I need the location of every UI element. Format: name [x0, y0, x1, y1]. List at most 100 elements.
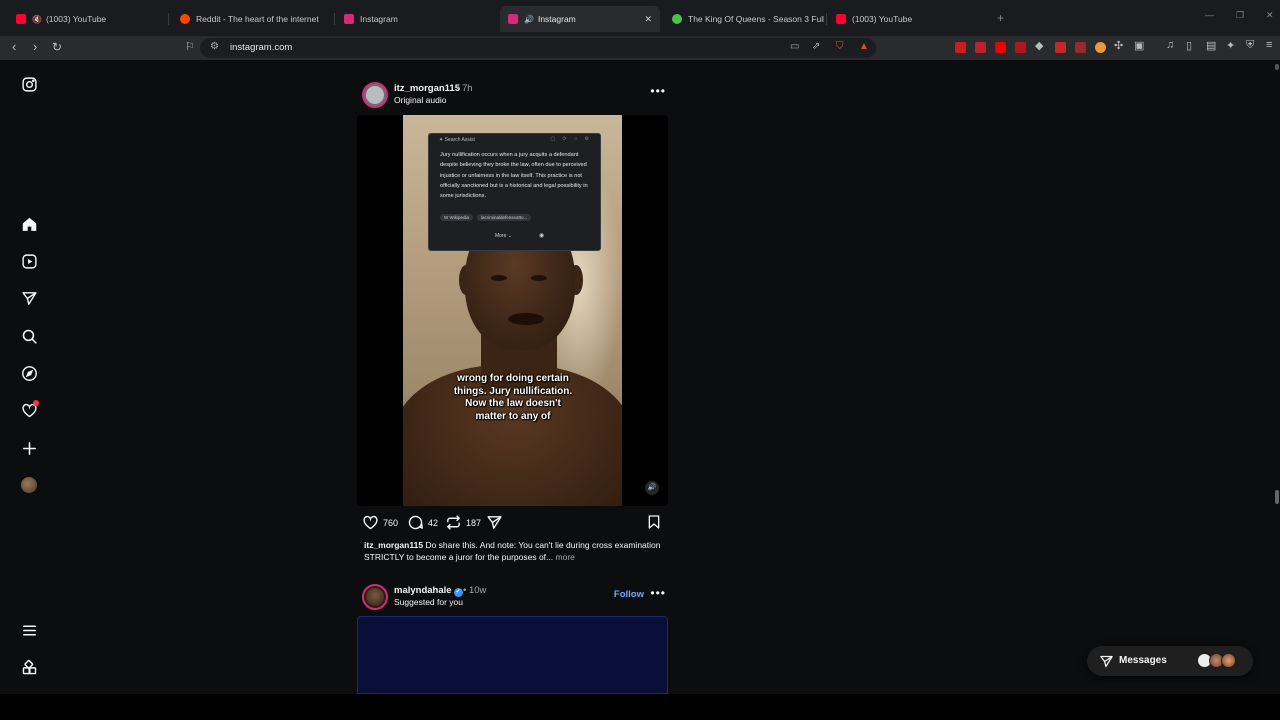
subtitle-line: wrong for doing certain [457, 373, 569, 384]
youtube-extension-icon[interactable] [995, 42, 1006, 53]
more-options-icon[interactable]: ••• [650, 84, 666, 98]
source-chip: W Wikipedia [440, 214, 474, 221]
more-menu-icon[interactable] [19, 620, 39, 640]
follow-button[interactable]: Follow [614, 589, 644, 600]
close-tab-icon[interactable]: ✕ [644, 14, 652, 25]
heart-icon [363, 515, 378, 530]
post-time-value: 7h [461, 83, 473, 94]
forward-icon[interactable]: › [33, 39, 37, 54]
address-bar[interactable]: ⚙ instagram.com ▭ ⇗ ⛉ ▲ [200, 38, 876, 58]
explore-compass-icon[interactable] [19, 363, 39, 383]
reload-icon[interactable]: ↻ [52, 40, 62, 54]
restore-window-icon[interactable]: ❐ [1236, 10, 1244, 21]
tab-reddit[interactable]: Reddit - The heart of the internet [172, 6, 332, 32]
close-window-icon[interactable]: ✕ [1266, 10, 1274, 21]
extension-icon[interactable] [975, 42, 986, 53]
menu-icon[interactable]: ≡ [1266, 39, 1272, 51]
bookmark-icon [648, 515, 660, 529]
tab-label: (1003) YouTube [852, 14, 913, 24]
audio-label[interactable]: Original audio [394, 95, 446, 105]
share-send-icon [487, 516, 502, 529]
speaker-icon[interactable]: 🔊 [524, 15, 534, 24]
site-settings-icon[interactable]: ⚙ [210, 41, 219, 52]
reel-video[interactable] [357, 616, 668, 694]
reels-icon[interactable] [19, 251, 39, 271]
extension-icon[interactable] [1055, 42, 1066, 53]
save-button[interactable] [646, 514, 662, 535]
leo-ai-icon[interactable]: ✦ [1226, 39, 1235, 52]
comment-button[interactable]: 42 [407, 514, 438, 531]
author-username[interactable]: itz_morgan115 [394, 83, 460, 94]
instagram-favicon-icon [344, 14, 354, 24]
author-username[interactable]: malyndahale [394, 585, 452, 596]
reddit-favicon-icon [180, 14, 190, 24]
also-from-meta-icon[interactable] [19, 657, 39, 677]
brave-shield-icon[interactable]: ⛉ [836, 41, 844, 52]
extension-icon[interactable] [1075, 42, 1086, 53]
post-time: • 7h [456, 83, 473, 94]
repost-icon [447, 515, 460, 530]
caption-more-link[interactable]: more [556, 552, 575, 562]
search-assist-sources: W Wikipedia lacriminaldefenseatto... [440, 214, 532, 221]
bookmark-page-icon[interactable]: ⚐ [185, 40, 195, 53]
play-favicon-icon [672, 14, 682, 24]
share-button[interactable] [486, 514, 507, 531]
direct-send-icon[interactable] [19, 288, 39, 308]
sidebar-toggle-icon[interactable]: ▯ [1186, 39, 1192, 52]
instagram-sidebar [0, 60, 60, 694]
page-scrollbar[interactable] [1274, 60, 1280, 694]
author-avatar[interactable] [362, 584, 388, 610]
tab-youtube-1[interactable]: 🔇 (1003) YouTube [8, 6, 168, 32]
repost-button[interactable]: 187 [445, 514, 481, 531]
search-assist-title: Search Assist [444, 137, 475, 143]
messages-send-icon [1099, 654, 1114, 674]
extension-icon[interactable] [955, 42, 966, 53]
search-assist-controls-icon: ▢ ⟳ ○ ⚙ [550, 136, 592, 142]
profile-avatar[interactable] [19, 475, 39, 495]
tab-king-of-queens[interactable]: The King Of Queens - Season 3 Full E [664, 6, 824, 32]
source-chip: lacriminaldefenseatto... [477, 214, 532, 221]
media-icon[interactable]: ♫ [1166, 39, 1174, 51]
messages-button[interactable]: Messages [1087, 646, 1253, 676]
cast-icon[interactable]: ▭ [790, 41, 799, 52]
messages-label: Messages [1119, 655, 1167, 666]
extensions-puzzle-icon[interactable]: ✣ [1114, 39, 1123, 52]
tab-instagram-1[interactable]: Instagram [336, 6, 496, 32]
new-tab-button[interactable]: + [997, 11, 1004, 25]
wallet-icon[interactable]: ▤ [1206, 39, 1216, 52]
search-icon[interactable] [19, 326, 39, 346]
brave-rewards-icon[interactable]: ▲ [859, 41, 869, 52]
home-icon[interactable] [19, 214, 39, 234]
scroll-up-icon[interactable] [1275, 64, 1279, 70]
post-header: malyndahale ✓ • 10w Suggested for you Fol… [362, 584, 672, 612]
extension-icon[interactable]: ▣ [1134, 39, 1144, 52]
back-icon[interactable]: ‹ [12, 39, 16, 54]
search-assist-text: Jury nullification occurs when a jury ac… [440, 152, 588, 200]
notification-dot [33, 400, 39, 406]
repost-count: 187 [466, 517, 482, 528]
reel-video[interactable]: ✦ Search Assist ▢ ⟳ ○ ⚙ Jury nullificati… [357, 115, 668, 506]
caption-username[interactable]: itz_morgan115 [364, 540, 423, 550]
create-plus-icon[interactable] [19, 438, 39, 458]
tab-separator [334, 13, 335, 25]
tab-instagram-active[interactable]: 🔊 Instagram ✕ [500, 6, 660, 32]
profile-picture-icon [21, 477, 37, 493]
extension-icon[interactable] [1095, 42, 1106, 53]
more-options-icon[interactable]: ••• [650, 586, 666, 600]
author-avatar[interactable] [362, 82, 388, 108]
scrollbar-thumb[interactable] [1275, 490, 1279, 504]
like-button[interactable]: 760 [362, 514, 398, 531]
tab-youtube-2[interactable]: (1003) YouTube [828, 6, 988, 32]
minimize-window-icon[interactable]: — [1205, 10, 1214, 20]
ublock-icon[interactable] [1015, 42, 1026, 53]
muted-speaker-icon[interactable]: 🔇 [32, 15, 42, 24]
url-text[interactable]: instagram.com [230, 42, 292, 53]
volume-icon[interactable]: 🔊 [645, 481, 659, 495]
notifications-heart-icon[interactable] [19, 400, 39, 420]
extension-diamond-icon[interactable]: ◆ [1035, 39, 1043, 52]
tab-label: Instagram [537, 14, 576, 24]
share-icon[interactable]: ⇗ [812, 41, 820, 52]
instagram-logo-icon[interactable] [19, 74, 39, 94]
search-assist-more-label: More [495, 233, 507, 239]
vpn-shield-icon[interactable]: ⛨ [1246, 39, 1254, 52]
